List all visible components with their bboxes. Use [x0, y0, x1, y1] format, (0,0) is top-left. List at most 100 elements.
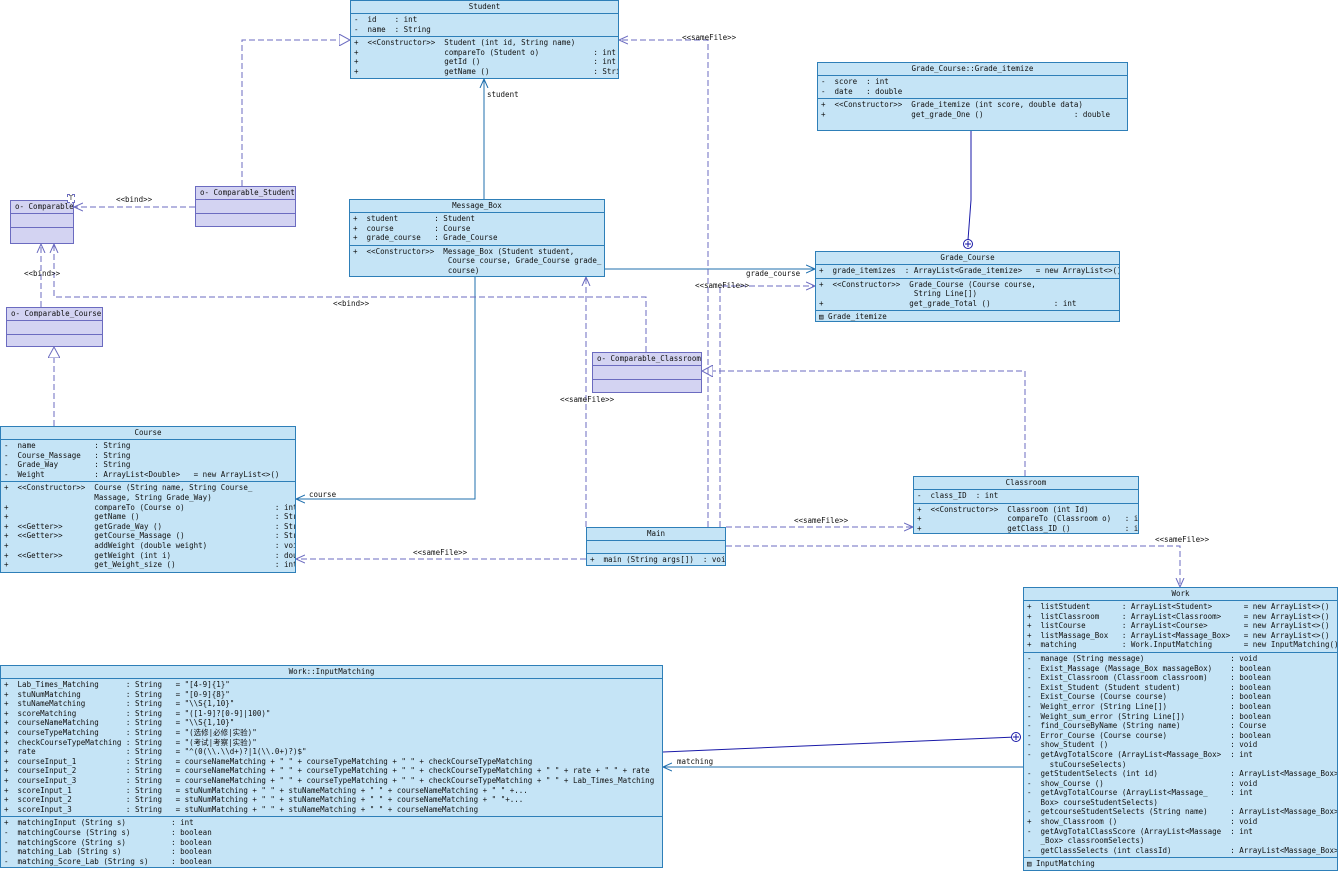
attributes-section: - score : int - date : double	[818, 76, 1127, 100]
operation: - find_CourseByName (String name) : Cour…	[1027, 721, 1267, 731]
nested-classes-section: Grade_itemize	[816, 311, 1119, 321]
interface-comparable-course[interactable]: o- Comparable_Course	[6, 307, 103, 347]
operation: + <<Constructor>> Grade_Course (Course c…	[819, 279, 1036, 289]
attribute: + listCourse : ArrayList<Course> = new A…	[1027, 621, 1330, 631]
attribute: + courseTypeMatching : String = "(选修|必修|…	[4, 727, 257, 737]
operation: Massage, String Grade_Way)	[4, 492, 212, 502]
operations-section: - manage (String message) : void - Exist…	[1024, 653, 1337, 859]
operation: + <<Constructor>> Student (int id, Strin…	[354, 38, 576, 48]
attribute: - id : int	[354, 15, 418, 24]
class-title: o- Comparable_Classroom	[593, 353, 701, 366]
operation: - getClassSelects (int classId) : ArrayL…	[1027, 845, 1337, 855]
stereotype-label-samefile: <<sameFile>>	[560, 395, 615, 404]
operations-section: + matchingInput (String s) : int - match…	[1, 817, 662, 867]
attribute: + courseInput_3 : String = courseNameMat…	[4, 775, 655, 785]
class-title: o- Comparable	[11, 201, 73, 214]
nested-class-item[interactable]: Grade_itemize	[819, 312, 1119, 321]
class-student[interactable]: Student - id : int - name : String + <<C…	[350, 0, 619, 79]
operation: + <<Constructor>> Grade_itemize (int sco…	[821, 100, 1083, 110]
operation: + getName () : String	[354, 66, 618, 76]
operations-section: + <<Constructor>> Classroom (int Id) + c…	[914, 504, 1138, 533]
operation: - show_Course () : void	[1027, 778, 1258, 788]
interface-comparable-classroom[interactable]: o- Comparable_Classroom	[592, 352, 702, 393]
attributes-section	[587, 541, 725, 554]
operation: - getAvgTotalCourse (ArrayList<Massage_ …	[1027, 788, 1253, 798]
operation: course)	[353, 265, 480, 275]
attributes-section: - class_ID : int	[914, 490, 1138, 504]
class-grade-course[interactable]: Grade_Course + grade_itemizes : ArrayLis…	[815, 251, 1120, 322]
operation: + matchingInput (String s) : int	[4, 818, 194, 828]
class-title: Student	[351, 1, 618, 14]
interface-comparable[interactable]: o- Comparable	[10, 200, 74, 244]
operation: + <<Constructor>> Course (String name, S…	[4, 483, 253, 493]
attribute: - name : String	[354, 24, 431, 34]
attributes-section: + student : Student + course : Course + …	[350, 213, 604, 246]
operation: - Exist_Massage (Massage_Box massageBox)…	[1027, 663, 1271, 673]
operation: - getcourseStudentSelects (String name) …	[1027, 807, 1337, 817]
class-title: Grade_Course	[816, 252, 1119, 265]
class-grade-itemize[interactable]: Grade_Course::Grade_itemize - score : in…	[817, 62, 1128, 131]
operation: + <<Constructor>> Classroom (int Id)	[917, 504, 1089, 514]
operation: + compareTo (Student o) : int	[354, 47, 616, 57]
class-title: Grade_Course::Grade_itemize	[818, 63, 1127, 76]
operations-section	[593, 380, 701, 383]
attribute: - score : int	[821, 77, 889, 86]
nested-classes-section: InputMatching	[1024, 858, 1337, 870]
operation: - matchingCourse (String s) : boolean	[4, 827, 212, 837]
attribute: - name : String	[4, 441, 131, 450]
operation: - getAvgTotalClassScore (ArrayList<Massa…	[1027, 826, 1253, 836]
attribute: + student : Student	[353, 214, 475, 223]
operations-section: + <<Constructor>> Grade_itemize (int sco…	[818, 99, 1127, 121]
class-title: Work::InputMatching	[1, 666, 662, 679]
operation: - getStudentSelects (int id) : ArrayList…	[1027, 769, 1337, 779]
attribute: - Weight : ArrayList<Double> = new Array…	[4, 469, 280, 479]
template-parameter: T	[67, 194, 75, 203]
attributes-section	[7, 321, 102, 335]
class-work[interactable]: Work + listStudent : ArrayList<Student> …	[1023, 587, 1338, 871]
operation: Course course, Grade_Course grade_	[353, 256, 602, 266]
operation: + <<Constructor>> Message_Box (Student s…	[353, 246, 575, 256]
stereotype-label-bind: <<bind>>	[333, 299, 370, 308]
attribute: + grade_course : Grade_Course	[353, 233, 498, 243]
class-course[interactable]: Course - name : String - Course_Massage …	[0, 426, 296, 573]
operation: + compareTo (Course o) : int	[4, 502, 295, 512]
attributes-section: - id : int - name : String	[351, 14, 618, 38]
role-label-course: course	[309, 490, 337, 499]
stereotype-label-samefile: <<sameFile>>	[1155, 535, 1210, 544]
attributes-section: + listStudent : ArrayList<Student> = new…	[1024, 601, 1337, 653]
operation: + getId () : int	[354, 57, 616, 67]
class-input-matching[interactable]: Work::InputMatching + Lab_Times_Matching…	[0, 665, 663, 868]
operation: + compareTo (Classroom o) : int	[917, 514, 1138, 524]
attribute: + stuNameMatching : String = "\\S{1,10}"	[4, 699, 235, 709]
class-title: Message_Box	[350, 200, 604, 213]
operation: + getClass_ID () : int	[917, 523, 1138, 533]
attribute: + checkCourseTypeMatching : String = "(考…	[4, 737, 257, 747]
stereotype-label-samefile: <<sameFile>>	[413, 548, 468, 557]
class-title: Course	[1, 427, 295, 440]
operation: + get_Weight_size () : int	[4, 560, 295, 570]
operation: - Weight_error (String Line[]) : boolean	[1027, 701, 1271, 711]
operation: + get_grade_One () : double	[821, 109, 1110, 119]
nested-class-item[interactable]: InputMatching	[1027, 859, 1337, 869]
role-label-grade-course: grade_course	[746, 269, 801, 278]
operation: stuCourseSelects)	[1027, 759, 1127, 769]
class-title: Classroom	[914, 477, 1138, 490]
attribute: + courseInput_1 : String = courseNameMat…	[4, 756, 533, 766]
attribute: + listMassage_Box : ArrayList<Massage_Bo…	[1027, 630, 1330, 640]
attribute: + matching : Work.InputMatching = new In…	[1027, 640, 1337, 650]
operation: - Error_Course (Course course) : boolean	[1027, 730, 1271, 740]
samefile-main-work	[726, 545, 1180, 587]
operations-section: + <<Constructor>> Student (int id, Strin…	[351, 37, 618, 78]
operation: + <<Getter>> getCourse_Massage () : Stri…	[4, 531, 295, 541]
class-main[interactable]: Main + main (String args[]) : void	[586, 527, 726, 566]
class-title: o- Comparable_Course	[7, 308, 102, 321]
stereotype-label-bind: <<bind>>	[116, 195, 153, 204]
attribute: + scoreInput_3 : String = stuNumMatching…	[4, 804, 479, 814]
role-label-student: student	[487, 90, 519, 99]
attribute: + listStudent : ArrayList<Student> = new…	[1027, 602, 1330, 611]
interface-comparable-student[interactable]: o- Comparable_Student	[195, 186, 296, 227]
class-message-box[interactable]: Message_Box + student : Student + course…	[349, 199, 605, 277]
class-classroom[interactable]: Classroom - class_ID : int + <<Construct…	[913, 476, 1139, 534]
attributes-section: + grade_itemizes : ArrayList<Grade_itemi…	[816, 265, 1119, 279]
operation: + get_grade_Total () : int	[819, 298, 1077, 308]
